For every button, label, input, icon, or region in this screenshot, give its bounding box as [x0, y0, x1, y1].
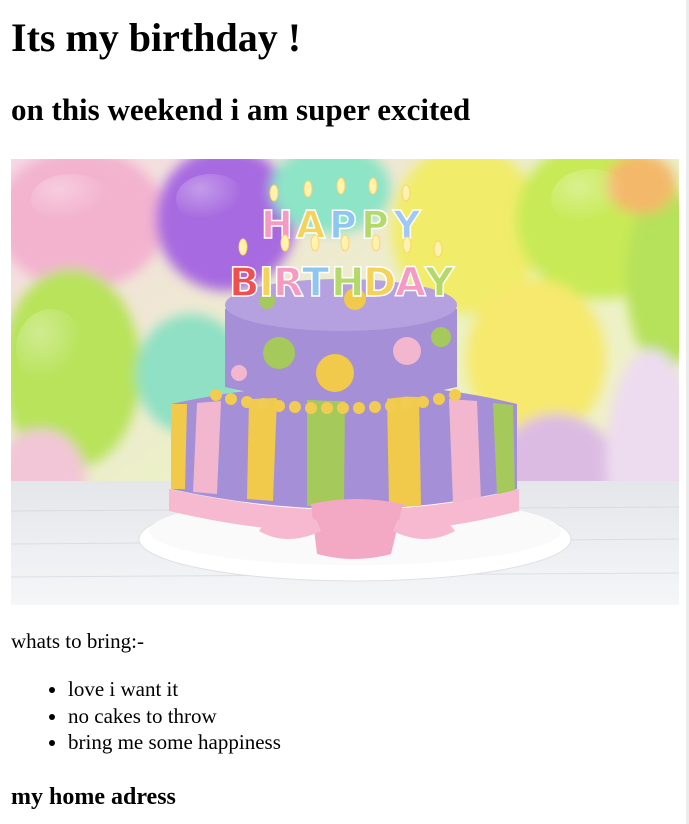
bring-list: love i want it no cakes to throw bring m…	[11, 676, 281, 756]
list-item: love i want it	[68, 676, 281, 703]
address-heading: my home adress	[11, 784, 176, 810]
candle-a-2: A	[395, 260, 426, 306]
candle-h-2: H	[331, 260, 364, 306]
list-item: no cakes to throw	[68, 703, 281, 730]
page-subtitle: on this weekend i am super excited	[11, 92, 471, 127]
page-title: Its my birthday !	[11, 15, 302, 60]
bring-heading: whats to bring:-	[11, 629, 144, 653]
candle-y-2: Y	[424, 260, 455, 306]
candle-b: B	[229, 260, 260, 306]
candle-d: D	[363, 260, 396, 306]
candle-r: R	[273, 260, 304, 306]
candle-i: I	[259, 260, 274, 306]
list-item: bring me some happiness	[68, 729, 281, 756]
birthday-cake-image: H A P P Y B I R T H D A Y	[11, 159, 679, 605]
candle-t: T	[302, 260, 330, 306]
